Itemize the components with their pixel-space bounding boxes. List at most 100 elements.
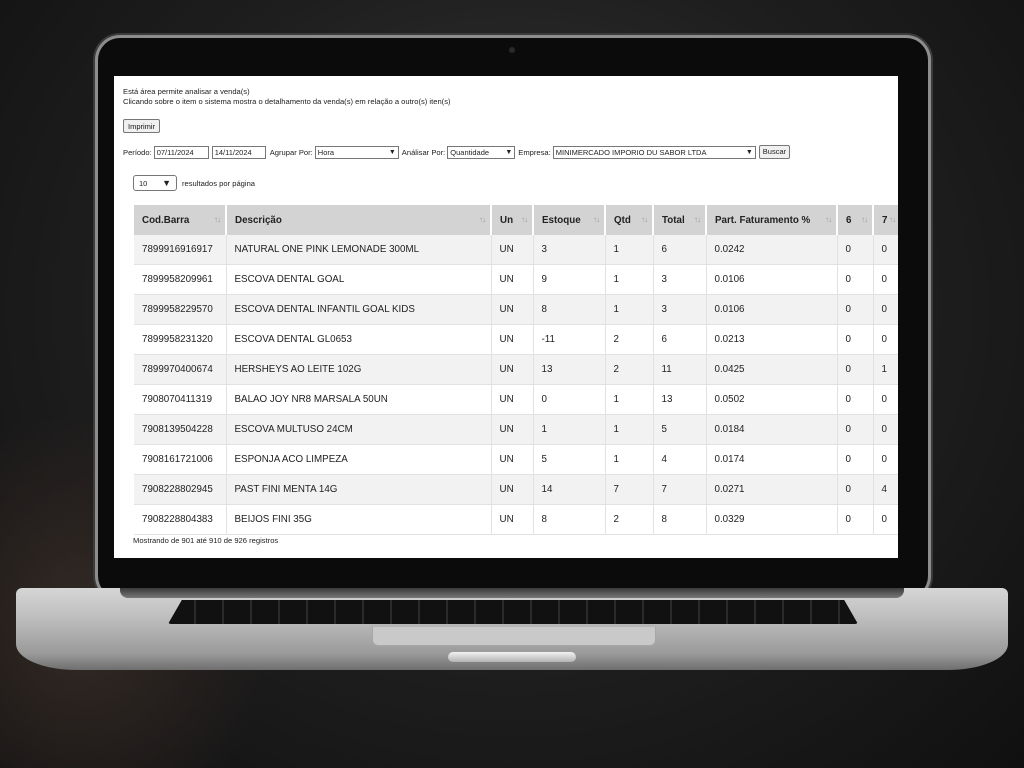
table-row[interactable]: 7899916916917 NATURAL ONE PINK LEMONADE 3… [134,235,898,265]
table-cell: 0.0502 [706,384,838,415]
date-to-input[interactable]: 14/11/2024 [211,145,266,159]
table-row[interactable]: 7899970400674 HERSHEYS AO LEITE 102G UN 13 2… [134,354,898,385]
column-header[interactable]: Part. Faturamento % ↑↓ [706,205,838,235]
table-cell: 0.0425 [706,354,838,385]
screen: Está área permite analisar a venda(s) Cl… [114,76,898,558]
filter-bar: Período: 07/11/2024 14/11/2024 Agrupar P… [123,145,791,159]
table-cell: UN [491,474,534,505]
table-cell: 13 [533,354,606,385]
print-button[interactable]: Imprimir [123,119,161,133]
column-header[interactable]: Cod.Barra ↑↓ [134,205,227,235]
column-header-label: Part. Faturamento % [715,214,811,226]
table-cell: 0.0271 [706,474,838,505]
table-cell: 1 [605,235,654,265]
table-cell: 7899958209961 [134,264,227,295]
sort-arrows-icon: ↑↓ [593,215,600,224]
sort-arrows-icon: ↑↓ [214,215,221,224]
table-cell: 0 [837,354,874,385]
table-cell: 0 [837,294,874,325]
table-cell: 2 [605,504,654,535]
column-header[interactable]: 6 ↑↓ [837,205,874,235]
empresa-value: MINIMERCADO IMPORIO DU SABOR LTDA [555,147,707,157]
table-cell: 0 [533,384,606,415]
sort-arrows-icon: ↑↓ [521,215,528,224]
table-cell: -11 [533,324,606,355]
table-cell: 0.0174 [706,444,838,475]
table-cell: 0 [837,235,874,265]
column-header-label: Cod.Barra [142,214,190,226]
table-cell: UN [491,294,534,325]
empresa-label: Empresa: [518,147,551,157]
table-cell: 0 [837,264,874,295]
empresa-select[interactable]: MINIMERCADO IMPORIO DU SABOR LTDA ▼ [552,145,756,159]
analisar-select[interactable]: Quantidade ▼ [447,145,516,159]
table-cell: 6 [653,235,707,265]
table-cell: 1 [605,414,654,445]
table-cell: 8 [653,504,707,535]
table-row[interactable]: 7908139504228 ESCOVA MULTUSO 24CM UN 1 1 5 0.0… [134,414,898,445]
column-header[interactable]: 7 ↑↓ [873,205,898,235]
trackpad [372,627,656,646]
chevron-down-icon: ▼ [162,178,171,188]
sales-table: Cod.Barra ↑↓ Descrição ↑↓ Un ↑↓ Estoque ↑↓ Qtd ↑↓… [134,205,898,535]
agrupar-select[interactable]: Hora ▼ [314,145,399,159]
table-cell: UN [491,414,534,445]
table-cell: NATURAL ONE PINK LEMONADE 300ML [226,235,492,265]
table-row[interactable]: 7908070411319 BALAO JOY NR8 MARSALA 50UN U… [134,384,898,415]
column-header[interactable]: Total ↑↓ [653,205,707,235]
table-cell: 0 [873,235,898,265]
page-size-label: resultados por página [182,178,256,188]
table-cell: 7899916916917 [134,235,227,265]
table-cell: ESCOVA DENTAL INFANTIL GOAL KIDS [226,294,492,325]
analisar-label: Análisar Por: [401,147,446,157]
column-header-label: Descrição [235,214,282,226]
table-cell: 7908228802945 [134,474,227,505]
table-cell: 7908139504228 [134,414,227,445]
sort-arrows-icon: ↑↓ [825,215,832,224]
intro-text: Está área permite analisar a venda(s) Cl… [123,87,451,107]
date-from-input[interactable]: 07/11/2024 [153,145,209,159]
table-row[interactable]: 7908228804383 BEIJOS FINI 35G UN 8 2 8 0.0329 0… [134,504,898,535]
table-cell: 0 [837,324,874,355]
table-cell: 13 [653,384,707,415]
table-cell: UN [491,354,534,385]
table-cell: 7899970400674 [134,354,227,385]
table-cell: 7 [653,474,707,505]
column-header-label: Qtd [614,214,631,226]
page-size-select[interactable]: 10 ▼ [133,175,177,191]
table-cell: 0.0242 [706,235,838,265]
table-cell: 3 [653,264,707,295]
column-header-label: 7 [882,214,888,226]
table-cell: BEIJOS FINI 35G [226,504,492,535]
column-header[interactable]: Un ↑↓ [491,205,534,235]
table-cell: 4 [653,444,707,475]
column-header[interactable]: Qtd ↑↓ [605,205,654,235]
laptop-hinge [120,588,904,598]
table-cell: 11 [653,354,707,385]
table-cell: ESCOVA DENTAL GOAL [226,264,492,295]
agrupar-value: Hora [317,147,335,157]
table-row[interactable]: 7899958229570 ESCOVA DENTAL INFANTIL GOAL… [134,294,898,325]
chevron-down-icon: ▼ [388,148,396,156]
table-row[interactable]: 7908228802945 PAST FINI MENTA 14G UN 14 7 7 0.… [134,474,898,505]
table-cell: 2 [605,354,654,385]
table-header-row: Cod.Barra ↑↓ Descrição ↑↓ Un ↑↓ Estoque ↑↓ Qtd ↑↓… [134,205,898,235]
table-cell: UN [491,444,534,475]
table-cell: 7 [605,474,654,505]
table-cell: PAST FINI MENTA 14G [226,474,492,505]
table-cell: 4 [873,474,898,505]
lid-notch [448,652,576,662]
table-cell: 0 [873,504,898,535]
chevron-down-icon: ▼ [745,148,753,156]
table-row[interactable]: 7908161721006 ESPONJA ACO LIMPEZA UN 5 1 4 0.0… [134,444,898,475]
table-row[interactable]: 7899958209961 ESCOVA DENTAL GOAL UN 9 1 3 0.01… [134,264,898,295]
table-cell: 7899958229570 [134,294,227,325]
table-cell: 0 [873,264,898,295]
table-row[interactable]: 7899958231320 ESCOVA DENTAL GL0653 UN -11 2 6… [134,324,898,355]
buscar-button[interactable]: Buscar [758,145,791,159]
column-header-label: Total [662,214,685,226]
column-header[interactable]: Estoque ↑↓ [533,205,606,235]
column-header[interactable]: Descrição ↑↓ [226,205,492,235]
table-cell: 0 [873,414,898,445]
table-cell: ESCOVA MULTUSO 24CM [226,414,492,445]
